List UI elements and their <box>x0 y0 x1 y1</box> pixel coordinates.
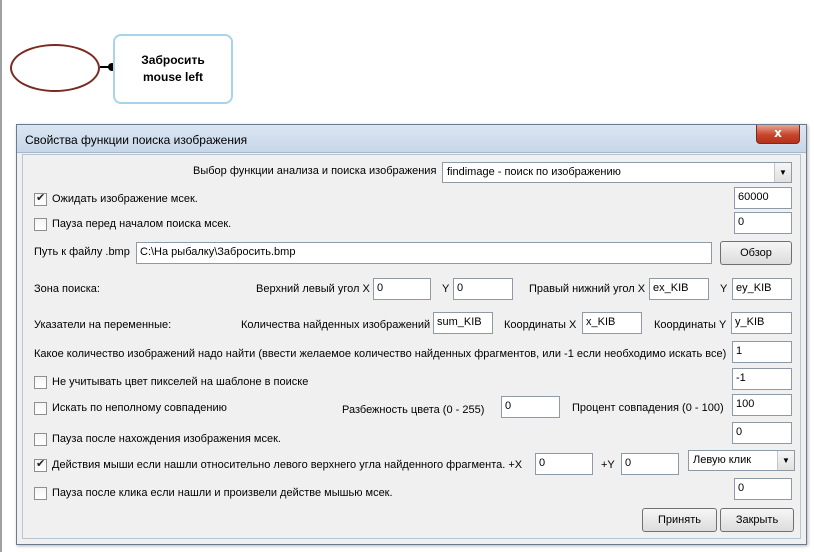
bottom-right-y-label: Y <box>720 283 728 295</box>
accept-button[interactable]: Принять <box>642 508 717 532</box>
bottom-right-x-label: Правый нижний угол X <box>529 283 646 295</box>
close-button-label: Закрыть <box>735 514 779 526</box>
found-count-label: Количества найденных изображений <box>241 319 431 331</box>
chevron-down-icon[interactable]: ▼ <box>777 451 794 470</box>
match-percent-label: Процент совпадения (0 - 100) <box>572 402 724 414</box>
ignore-color-input[interactable]: -1 <box>732 368 792 390</box>
node-label-line2: mouse left <box>142 70 203 84</box>
mouse-action-label: Действия мыши если нашли относительно ле… <box>52 459 523 471</box>
top-left-x-input[interactable]: 0 <box>373 278 431 300</box>
browse-button-label: Обзор <box>740 247 772 259</box>
coord-x-label: Координаты X <box>504 319 577 331</box>
ignore-color-checkbox[interactable] <box>34 376 47 389</box>
coord-y-label: Координаты Y <box>654 319 727 331</box>
pause-before-input[interactable]: 0 <box>734 212 792 234</box>
mouse-x-offset-input[interactable]: 0 <box>535 453 593 475</box>
bmp-path-input[interactable]: C:\На рыбалку\Забросить.bmp <box>136 242 712 264</box>
function-select[interactable]: findimage - поиск по изображению ▼ <box>442 162 792 183</box>
action-node[interactable]: Забросить mouse left <box>113 34 233 104</box>
function-select-label: Выбор функции анализа и поиска изображен… <box>193 165 437 177</box>
bottom-right-x-input[interactable]: ex_KIB <box>649 278 709 300</box>
ignore-color-label: Не учитывать цвет пикселей на шаблоне в … <box>52 376 309 388</box>
pause-after-click-input[interactable]: 0 <box>734 478 792 500</box>
top-left-y-input[interactable]: 0 <box>453 278 513 300</box>
mouse-action-checkbox[interactable] <box>34 457 47 472</box>
pause-after-click-label: Пауза после клика если нашли и произвели… <box>52 487 393 499</box>
title-bar[interactable]: Свойства функции поиска изображения x <box>17 125 806 153</box>
pause-before-label: Пауза перед началом поиска мсек. <box>52 218 232 230</box>
mouse-click-select[interactable]: Левую клик ▼ <box>688 450 795 471</box>
how-many-label: Какое количество изображений надо найти … <box>34 348 727 360</box>
path-label: Путь к файлу .bmp <box>34 246 130 258</box>
wait-label: Ожидать изображение мсек. <box>52 193 198 205</box>
pause-after-find-label: Пауза после нахождения изображения мсек. <box>52 433 281 445</box>
color-spread-label: Разбежность цвета (0 - 255) <box>342 404 485 416</box>
found-count-input[interactable]: sum_KIB <box>433 312 493 334</box>
close-icon: x <box>774 126 782 140</box>
start-node-ellipse[interactable] <box>10 44 100 92</box>
close-button[interactable]: Закрыть <box>720 508 794 532</box>
coord-x-input[interactable]: x_KIB <box>582 312 642 334</box>
accept-button-label: Принять <box>658 514 701 526</box>
pause-after-click-checkbox[interactable] <box>34 487 47 500</box>
node-label-line1: Забросить <box>141 53 205 67</box>
wait-ms-input[interactable]: 60000 <box>734 187 792 209</box>
canvas-edge <box>0 0 2 552</box>
wait-checkbox[interactable] <box>34 191 47 206</box>
dialog-body: Выбор функции анализа и поиска изображен… <box>22 154 801 539</box>
partial-match-label: Искать по неполному совпадению <box>52 402 227 414</box>
mouse-y-offset-label: +Y <box>601 459 615 471</box>
mouse-y-offset-input[interactable]: 0 <box>621 453 679 475</box>
top-left-x-label: Верхний левый угол X <box>256 283 370 295</box>
close-window-button[interactable]: x <box>756 125 800 144</box>
partial-match-checkbox[interactable] <box>34 402 47 415</box>
bottom-right-y-input[interactable]: ey_KIB <box>732 278 792 300</box>
window-title: Свойства функции поиска изображения <box>25 133 248 147</box>
search-zone-label: Зона поиска: <box>34 283 100 295</box>
mouse-click-value: Левую клик <box>693 454 752 466</box>
pause-before-checkbox[interactable] <box>34 218 47 231</box>
match-percent-input[interactable]: 100 <box>732 394 792 416</box>
pause-after-find-input[interactable]: 0 <box>732 422 792 444</box>
chevron-down-icon[interactable]: ▼ <box>774 163 791 182</box>
browse-button[interactable]: Обзор <box>720 241 792 265</box>
how-many-input[interactable]: 1 <box>732 341 792 363</box>
coord-y-input[interactable]: y_KIB <box>731 312 792 334</box>
variables-label: Указатели на переменные: <box>34 319 172 331</box>
color-spread-input[interactable]: 0 <box>501 396 560 418</box>
top-left-y-label: Y <box>442 283 450 295</box>
image-search-properties-dialog: Свойства функции поиска изображения x Вы… <box>16 124 807 545</box>
function-select-value: findimage - поиск по изображению <box>447 166 621 178</box>
pause-after-find-checkbox[interactable] <box>34 433 47 446</box>
